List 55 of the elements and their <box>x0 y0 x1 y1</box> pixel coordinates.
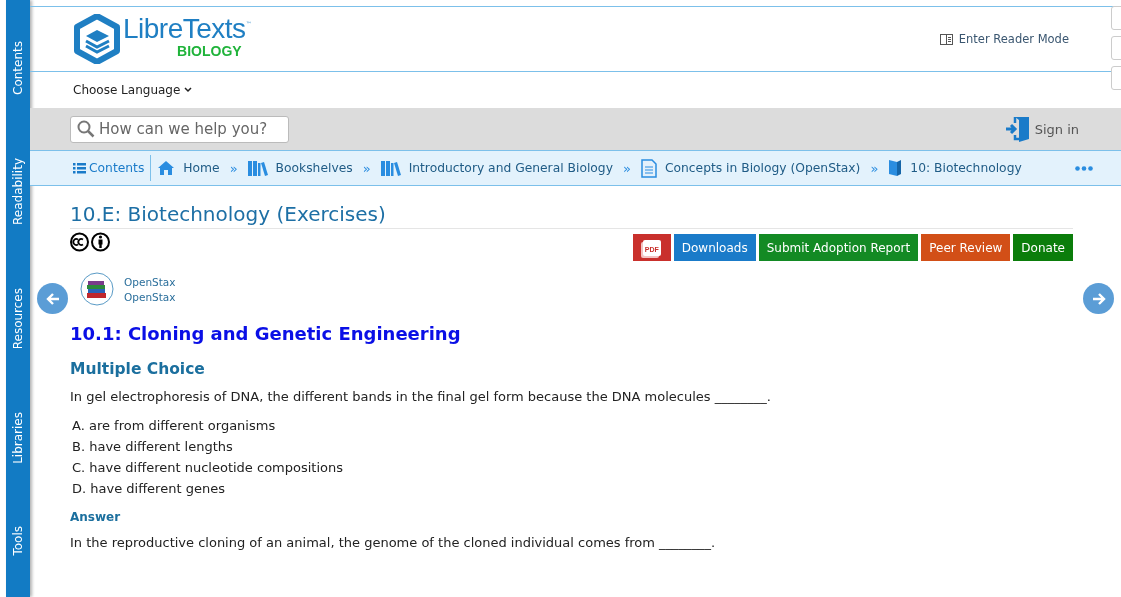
list-icon <box>73 162 86 174</box>
book-icon <box>939 33 953 45</box>
answer-option: B. have different lengths <box>72 439 1073 454</box>
breadcrumb-link[interactable]: Introductory and General Biology <box>380 160 613 176</box>
question-text: In the reproductive cloning of an animal, the genome of the cloned individual comes from ________. <box>70 535 717 550</box>
action-button[interactable]: Peer Review <box>921 234 1011 261</box>
answer-option: D. have different genes <box>72 481 1073 496</box>
breadcrumb-separator: » <box>870 160 879 176</box>
language-dropdown[interactable]: Choose Language <box>73 83 193 97</box>
logo-text: LibreTexts <box>123 14 246 44</box>
reader-mode-link[interactable]: Enter Reader Mode <box>939 32 1069 46</box>
sign-in-button[interactable]: Sign in <box>998 114 1085 144</box>
door-icon <box>1004 115 1031 143</box>
breadcrumb-separator: » <box>362 160 371 176</box>
action-button[interactable]: Donate <box>1013 234 1073 261</box>
breadcrumb-link[interactable]: Home <box>157 160 220 176</box>
breadcrumb-link[interactable]: Bookshelves <box>247 160 353 176</box>
page-title: 10.E: Biotechnology (Exercises) <box>70 202 1073 229</box>
subsection-heading: Multiple Choice <box>70 360 206 378</box>
breadcrumb-link[interactable]: Concepts in Biology (OpenStax) <box>640 158 861 178</box>
document-icon <box>640 158 657 178</box>
search-icon <box>77 120 95 138</box>
side-tab[interactable]: Libraries <box>11 411 25 464</box>
action-button[interactable]: Submit Adoption Report <box>758 234 919 261</box>
logo-icon <box>73 14 121 64</box>
breadcrumb-link[interactable]: Contents <box>73 161 145 175</box>
answer-option: A. are from different organisms <box>72 418 1073 433</box>
book-icon <box>888 159 903 177</box>
previous-page-button[interactable] <box>37 283 68 314</box>
logo-subtitle: BIOLOGY <box>176 44 242 58</box>
action-button[interactable]: Downloads <box>673 234 756 261</box>
author-link[interactable]: OpenStax <box>124 275 176 288</box>
arrow-right-icon <box>1091 291 1106 306</box>
breadcrumb-separator: » <box>622 160 631 176</box>
next-page-button[interactable] <box>1083 283 1114 314</box>
search-field[interactable]: How can we help you? <box>70 115 289 143</box>
section-heading: 10.1: Cloning and Genetic Engineering <box>70 323 462 344</box>
author-avatar <box>80 272 114 306</box>
question-text: In gel electrophoresis of DNA, the different bands in the final gel form because the DNA molecules ________. <box>70 389 772 404</box>
side-tab[interactable]: Contents <box>11 41 25 96</box>
breadcrumb-link[interactable]: 10: Biotechnology <box>888 159 1022 177</box>
breadcrumb-separator: » <box>229 160 238 176</box>
more-icon[interactable] <box>1075 165 1093 171</box>
books-icon <box>247 160 268 176</box>
author-link[interactable]: OpenStax <box>124 290 176 303</box>
side-tab[interactable]: Resources <box>11 287 25 349</box>
arrow-left-icon <box>45 291 60 306</box>
license-icon <box>70 232 110 252</box>
answer-toggle[interactable]: Answer <box>70 510 1073 524</box>
home-icon <box>157 160 176 176</box>
side-tab[interactable]: Tools <box>11 526 25 556</box>
answer-option: C. have different nucleotide compositions <box>72 460 1073 475</box>
caret-icon <box>184 87 193 93</box>
books-icon <box>380 160 401 176</box>
side-tab[interactable]: Readability <box>11 158 25 225</box>
